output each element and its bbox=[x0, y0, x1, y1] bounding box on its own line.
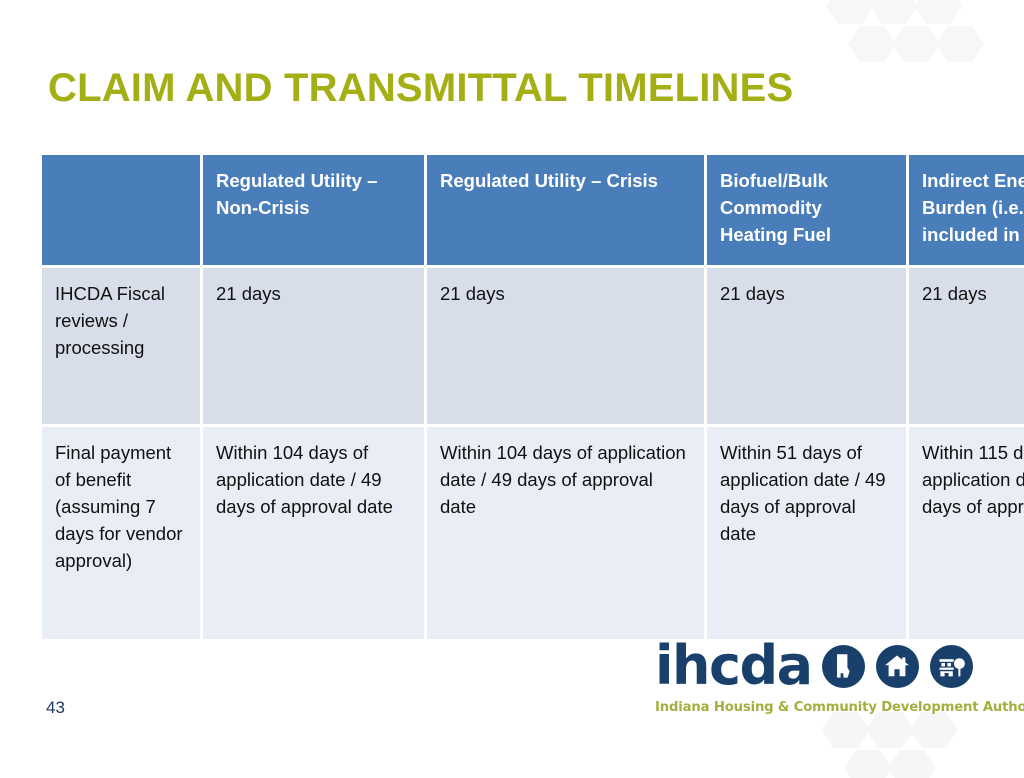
logo-wordmark: ihcda bbox=[655, 634, 813, 697]
page-title: CLAIM AND TRANSMITTAL TIMELINES bbox=[48, 66, 794, 110]
table-header-biofuel-bulk-commodity-heating-fuel: Biofuel/Bulk Commodity Heating Fuel bbox=[707, 155, 909, 268]
cell-r1-c1: Within 104 days of application date / 49… bbox=[203, 427, 427, 639]
table-header-row: Regulated Utility – Non-Crisis Regulated… bbox=[42, 155, 1024, 268]
page-number: 43 bbox=[46, 698, 65, 717]
house-icon bbox=[875, 644, 919, 688]
cell-r1-c4: Within 115 days of application date / 81… bbox=[909, 427, 1024, 639]
ihcda-logo: ihcda Indiana Housing & Community Develo… bbox=[655, 637, 1024, 716]
table-header-corner-cell bbox=[42, 155, 203, 268]
cell-r0-c3: 21 days bbox=[707, 268, 909, 427]
building-tree-icon bbox=[929, 644, 973, 688]
indiana-state-icon bbox=[821, 644, 865, 688]
claim-transmittal-timelines-table: Regulated Utility – Non-Crisis Regulated… bbox=[42, 155, 1024, 639]
table-header-regulated-utility-crisis: Regulated Utility – Crisis bbox=[427, 155, 707, 268]
watermark-hexagons-top-right bbox=[826, 0, 984, 62]
cell-r0-c2: 21 days bbox=[427, 268, 707, 427]
table-row: Final payment of benefit (assuming 7 day… bbox=[42, 427, 1024, 639]
logo-tagline: Indiana Housing & Community Development … bbox=[655, 700, 1024, 715]
cell-r0-c4: 21 days bbox=[909, 268, 1024, 427]
row-label-final-payment-of-benefit: Final payment of benefit (assuming 7 day… bbox=[42, 427, 203, 639]
row-label-ihcda-fiscal-reviews: IHCDA Fiscal reviews / processing bbox=[42, 268, 203, 427]
cell-r1-c2: Within 104 days of application date / 49… bbox=[427, 427, 707, 639]
table-header-regulated-utility-non-crisis: Regulated Utility – Non-Crisis bbox=[203, 155, 427, 268]
cell-r0-c1: 21 days bbox=[203, 268, 427, 427]
cell-r1-c3: Within 51 days of application date / 49 … bbox=[707, 427, 909, 639]
logo-row: ihcda bbox=[655, 637, 975, 695]
table-header-indirect-energy-burden: Indirect Energy Burden (i.e., included i… bbox=[909, 155, 1024, 268]
table-row: IHCDA Fiscal reviews / processing 21 day… bbox=[42, 268, 1024, 427]
